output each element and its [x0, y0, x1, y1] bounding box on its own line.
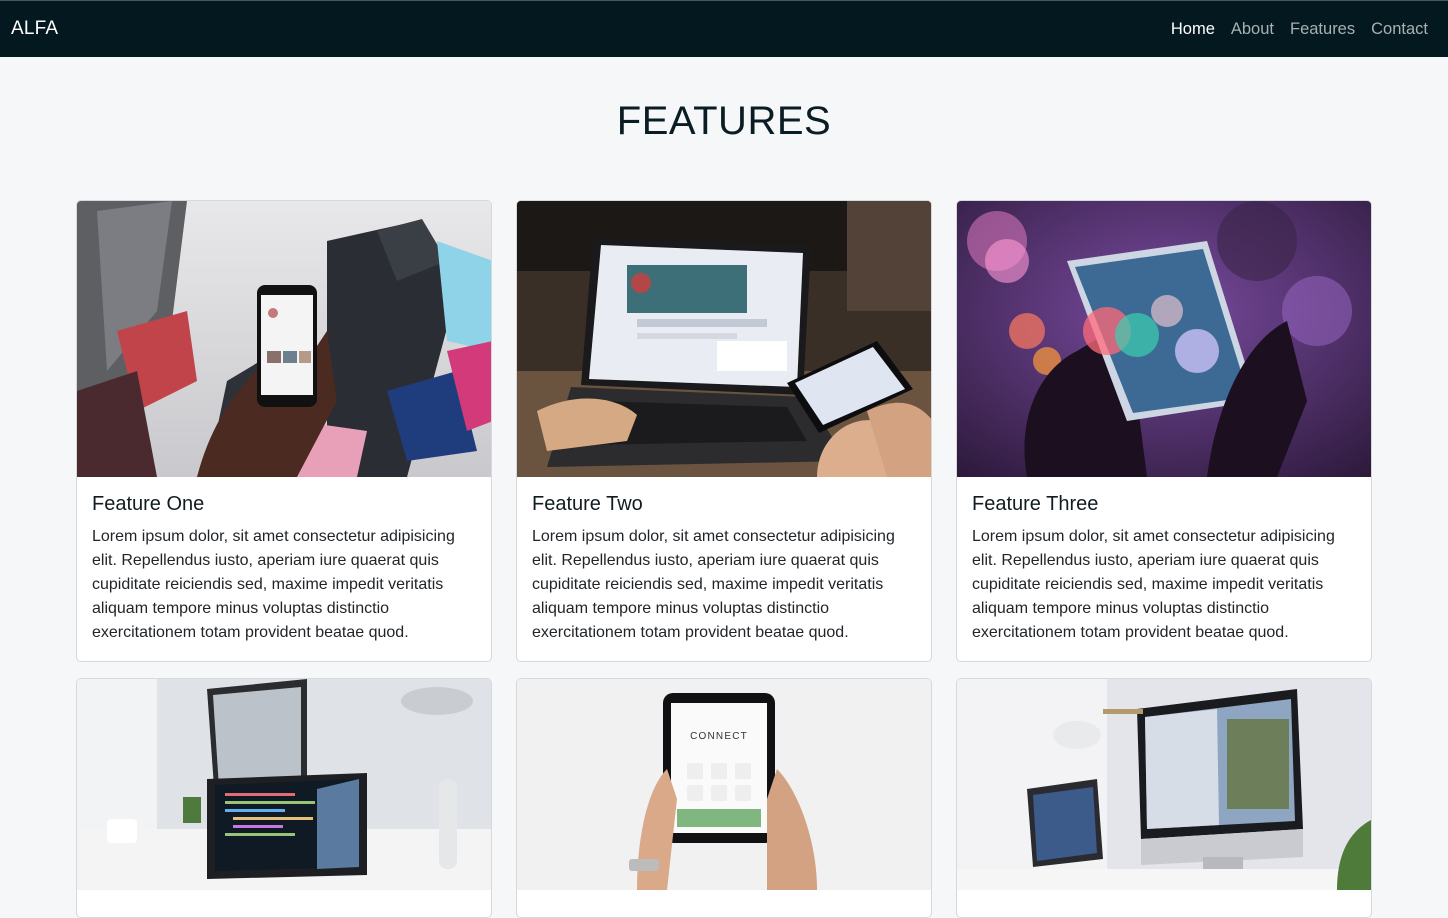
feature-card-two: Feature Two Lorem ipsum dolor, sit amet … [516, 200, 932, 662]
feature-card-one: Feature One Lorem ipsum dolor, sit amet … [76, 200, 492, 662]
card-body: Feature Two Lorem ipsum dolor, sit amet … [517, 477, 931, 661]
laptop-and-phone-photo [517, 201, 931, 477]
phone-bokeh-photo [957, 201, 1371, 477]
nav-link-contact[interactable]: Contact [1371, 20, 1428, 39]
feature-card-five: CONNECT [516, 678, 932, 918]
tablet-connect-photo: CONNECT [517, 679, 931, 890]
card-text: Lorem ipsum dolor, sit amet consectetur … [532, 528, 895, 641]
laptop-code-desk-photo [77, 679, 491, 890]
card-body: Feature Three Lorem ipsum dolor, sit ame… [957, 477, 1371, 661]
card-image-laptop-phone [517, 201, 931, 477]
nav-link-home[interactable]: Home [1171, 20, 1215, 39]
card-body: Feature One Lorem ipsum dolor, sit amet … [77, 477, 491, 661]
navbar: ALFA Home About Features Contact [0, 0, 1448, 57]
phone-in-city-photo [77, 201, 491, 477]
card-image-phone-city [77, 201, 491, 477]
card-text: Lorem ipsum dolor, sit amet consectetur … [972, 528, 1335, 641]
card-text: Lorem ipsum dolor, sit amet consectetur … [92, 528, 455, 641]
card-image-imac [957, 679, 1371, 890]
nav-links: Home About Features Contact [1171, 20, 1428, 39]
card-title: Feature Three [972, 493, 1099, 515]
tablet-screen-text: CONNECT [690, 731, 748, 742]
card-image-tablet: CONNECT [517, 679, 931, 890]
feature-card-six [956, 678, 1372, 918]
imac-desk-photo [957, 679, 1371, 890]
feature-card-four [76, 678, 492, 918]
card-title: Feature One [92, 493, 205, 515]
brand-logo[interactable]: ALFA [11, 18, 58, 40]
card-image-laptop-code [77, 679, 491, 890]
feature-card-three: Feature Three Lorem ipsum dolor, sit ame… [956, 200, 1372, 662]
nav-link-about[interactable]: About [1231, 20, 1274, 39]
nav-link-features[interactable]: Features [1290, 20, 1355, 39]
card-image-phone-bokeh [957, 201, 1371, 477]
page-title: FEATURES [616, 99, 832, 143]
card-title: Feature Two [532, 493, 643, 515]
